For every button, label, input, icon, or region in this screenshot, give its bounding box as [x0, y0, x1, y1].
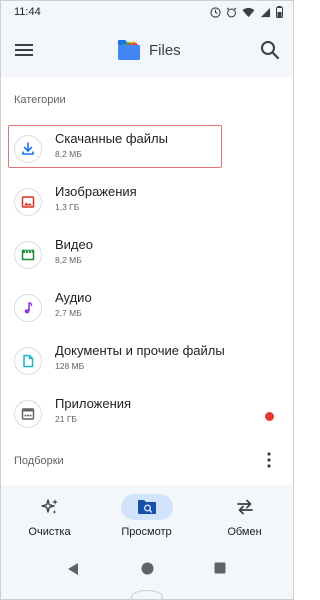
bottom-nav: Очистка Просмотр Обмен [1, 485, 293, 551]
nav-label: Просмотр [121, 526, 172, 538]
alarm-icon [226, 7, 237, 17]
home-icon[interactable] [141, 562, 154, 575]
status-bar: 11:44 [1, 1, 293, 25]
apps-icon [14, 400, 42, 428]
app-bar: Files [1, 25, 293, 77]
assistant-indicator [131, 590, 163, 599]
category-size: 21 ГБ [55, 414, 77, 424]
categories-heading: Категории [14, 94, 66, 106]
image-icon [14, 188, 42, 216]
category-name: Приложения [55, 396, 132, 411]
app-title-group: Files [117, 39, 181, 61]
nav-share[interactable]: Обмен [196, 485, 293, 551]
swap-icon [219, 494, 271, 520]
category-size: 8,2 МБ [55, 255, 82, 265]
category-size: 2,7 МБ [55, 308, 82, 318]
collections-heading: Подборки [14, 455, 64, 467]
category-documents[interactable]: Документы и прочие файлы 128 МБ [1, 337, 293, 389]
back-icon[interactable] [67, 562, 79, 576]
nav-label: Обмен [227, 526, 262, 538]
browse-folder-icon [120, 494, 173, 520]
category-name: Скачанные файлы [55, 131, 168, 146]
category-size: 1,3 ГБ [55, 202, 80, 212]
document-icon [14, 347, 42, 375]
music-note-icon [14, 294, 42, 322]
video-icon [14, 241, 42, 269]
nav-label: Очистка [28, 526, 71, 538]
status-icons [210, 6, 283, 18]
focus-mode-icon [210, 6, 221, 18]
download-icon [14, 135, 42, 163]
nav-browse[interactable]: Просмотр [98, 485, 195, 551]
category-video[interactable]: Видео 8,2 МБ [1, 231, 293, 283]
category-size: 8,2 МБ [55, 149, 82, 159]
category-downloads[interactable]: Скачанные файлы 8,2 МБ [1, 125, 293, 177]
status-time: 11:44 [14, 6, 41, 18]
category-size: 128 МБ [55, 361, 85, 371]
screen: 11:44 Files Категории Скачанные файлы 8,… [0, 0, 294, 600]
category-images[interactable]: Изображения 1,3 ГБ [1, 178, 293, 230]
nav-clean[interactable]: Очистка [1, 485, 98, 551]
app-title: Files [149, 41, 181, 59]
more-vert-icon[interactable] [263, 451, 275, 469]
sparkle-icon [24, 494, 76, 520]
recents-icon[interactable] [214, 562, 226, 574]
category-name: Видео [55, 237, 93, 252]
category-name: Изображения [55, 184, 137, 199]
files-logo [118, 40, 140, 60]
battery-icon [276, 6, 283, 18]
signal-icon [260, 7, 271, 17]
search-icon[interactable] [259, 39, 281, 61]
menu-icon[interactable] [14, 40, 34, 60]
category-audio[interactable]: Аудио 2,7 МБ [1, 284, 293, 336]
system-nav-bar [1, 551, 293, 599]
wifi-icon [242, 7, 255, 17]
category-name: Документы и прочие файлы [55, 343, 225, 358]
main-content: Категории Скачанные файлы 8,2 МБ Изображ… [1, 77, 293, 485]
notification-dot [265, 412, 274, 421]
category-name: Аудио [55, 290, 92, 305]
category-apps[interactable]: Приложения 21 ГБ [1, 390, 293, 442]
